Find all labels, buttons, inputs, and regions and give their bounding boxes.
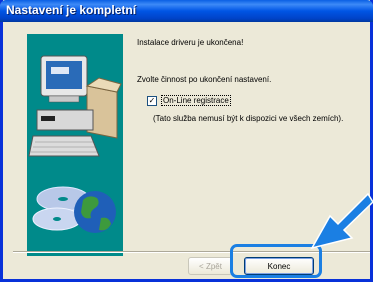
setup-illustration xyxy=(27,34,123,256)
install-complete-message: Instalace driveru je ukončena! xyxy=(137,38,244,47)
online-registration-option[interactable]: ✓ On-Line registrace xyxy=(147,95,231,106)
pointer-arrow-icon xyxy=(310,192,373,250)
back-button[interactable]: < Zpět xyxy=(188,257,233,275)
title-bar[interactable]: Nastavení je kompletní xyxy=(0,0,373,22)
online-registration-label[interactable]: On-Line registrace xyxy=(161,95,231,106)
online-registration-checkbox[interactable]: ✓ xyxy=(147,95,157,106)
computer-and-cd-icon xyxy=(28,55,122,233)
window-title: Nastavení je kompletní xyxy=(6,3,137,17)
choose-action-message: Zvolte činnost po ukončení nastavení. xyxy=(137,75,272,84)
availability-note: (Tato služba nemusí být k dispozici ve v… xyxy=(153,114,344,123)
